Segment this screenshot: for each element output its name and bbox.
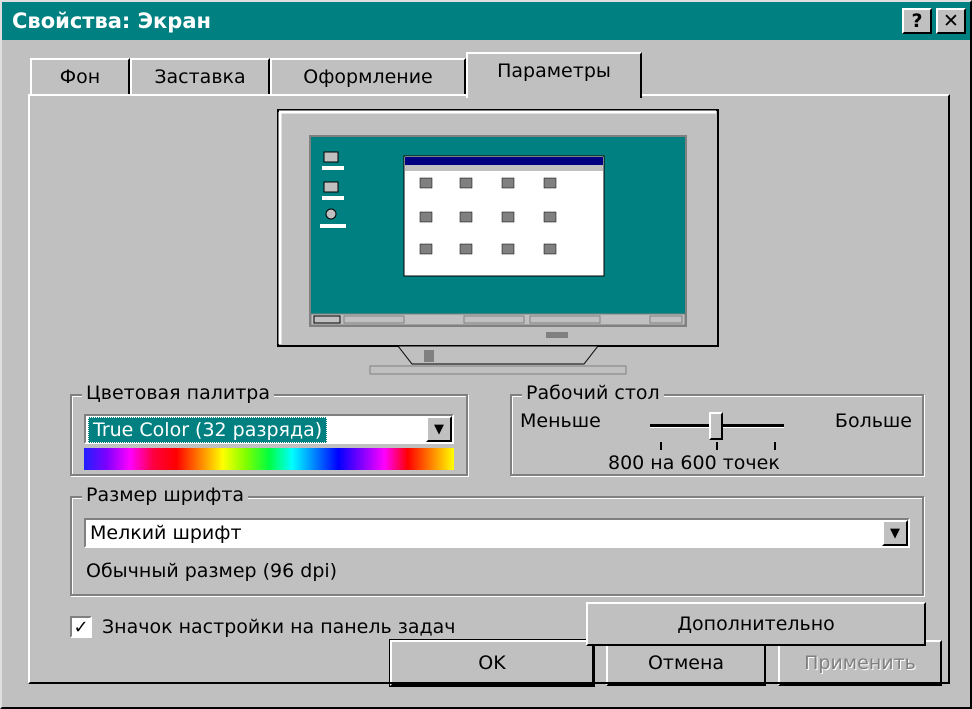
- desktop-area-less-label: Меньше: [520, 410, 601, 432]
- close-icon: ✕: [943, 10, 959, 32]
- tab-label: Заставка: [154, 66, 246, 88]
- monitor-icon: [274, 108, 722, 380]
- tab-appearance[interactable]: Оформление: [270, 58, 466, 94]
- advanced-button[interactable]: Дополнительно: [586, 602, 926, 646]
- display-properties-window: Свойства: Экран ? ✕ Фон Заставка Оформле…: [0, 0, 972, 709]
- resolution-slider[interactable]: [650, 412, 784, 452]
- tab-label: Фон: [59, 66, 101, 88]
- advanced-button-label: Дополнительно: [677, 613, 835, 635]
- title-bar[interactable]: Свойства: Экран ? ✕: [2, 2, 970, 40]
- font-size-group: Размер шрифта Мелкий шрифт ▼ Обычный раз…: [70, 484, 924, 596]
- window-title: Свойства: Экран: [12, 9, 212, 33]
- tab-settings[interactable]: Параметры: [466, 52, 642, 98]
- settings-panel: Цветовая палитра True Color (32 разряда)…: [28, 94, 950, 684]
- desktop-area-group: Рабочий стол Меньше Больше 800 на 600 то…: [510, 382, 924, 476]
- font-size-value: Мелкий шрифт: [90, 522, 242, 544]
- font-size-select[interactable]: Мелкий шрифт ▼: [84, 518, 910, 548]
- checkbox-check-icon[interactable]: ✓: [70, 616, 92, 638]
- font-size-label: Размер шрифта: [82, 484, 249, 506]
- color-spectrum-bar: [84, 448, 454, 470]
- font-size-info: Обычный размер (96 dpi): [86, 560, 338, 582]
- tab-label: Параметры: [497, 60, 611, 82]
- color-palette-value: True Color (32 разряда): [88, 417, 328, 443]
- tab-screensaver[interactable]: Заставка: [130, 58, 270, 94]
- color-palette-group: Цветовая палитра True Color (32 разряда)…: [70, 382, 468, 476]
- color-palette-select[interactable]: True Color (32 разряда) ▼: [84, 414, 454, 444]
- tab-background[interactable]: Фон: [30, 58, 130, 94]
- desktop-area-more-label: Больше: [834, 410, 912, 432]
- taskbar-icon-checkbox[interactable]: ✓ Значок настройки на панель задач: [70, 614, 456, 640]
- desktop-area-label: Рабочий стол: [522, 382, 664, 404]
- dropdown-arrow-icon[interactable]: ▼: [882, 520, 908, 546]
- help-icon: ?: [911, 10, 923, 32]
- dropdown-arrow-icon[interactable]: ▼: [426, 416, 452, 442]
- tab-label: Оформление: [303, 66, 433, 88]
- resolution-value: 800 на 600 точек: [608, 452, 780, 474]
- color-palette-label: Цветовая палитра: [82, 382, 274, 404]
- close-button[interactable]: ✕: [936, 8, 966, 34]
- help-button[interactable]: ?: [902, 8, 932, 34]
- taskbar-checkbox-label: Значок настройки на панель задач: [102, 616, 456, 638]
- slider-thumb[interactable]: [709, 412, 723, 440]
